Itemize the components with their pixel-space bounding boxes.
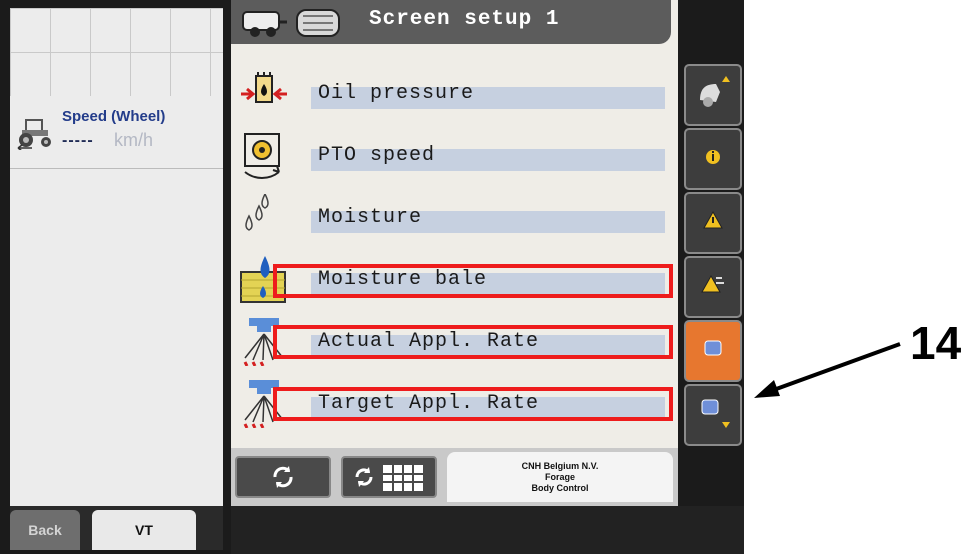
annotation-arrow [754, 342, 901, 398]
bottom-strip [231, 506, 744, 554]
oil-pressure-icon [241, 72, 287, 103]
softkey-warning[interactable] [684, 192, 742, 254]
warning-list-icon [701, 274, 724, 293]
company-line2: Forage [544, 471, 575, 482]
speed-unit: km/h [114, 130, 154, 150]
main-bottom-bar: CNH Belgium N.V. Forage Body Control [231, 448, 678, 506]
list-item-pto-speed[interactable]: PTO speed [231, 130, 678, 182]
company-label: CNH Belgium N.V. Forage Body Control [447, 452, 673, 502]
row-label: Oil pressure [318, 82, 475, 105]
callout-number: 14 [910, 317, 962, 369]
tractor-icon [17, 119, 51, 150]
page-l1-icon [704, 340, 722, 356]
refresh-grid-icon [355, 465, 423, 491]
softkey-page-l1[interactable] [684, 320, 742, 382]
company-line1: CNH Belgium N.V. [521, 460, 599, 471]
refresh-grid-button[interactable] [341, 456, 437, 498]
softkey-baler-up[interactable] [684, 64, 742, 126]
warning-icon [703, 210, 723, 229]
tab-bar: Back VT [10, 506, 223, 550]
highlight-box [273, 387, 673, 421]
header-bar: Screen setup 1 [231, 0, 671, 44]
speed-title: Speed (Wheel) [62, 108, 166, 125]
main-panel: Screen setup 1 Oil pressure PTO speed Mo… [231, 0, 678, 506]
list-item-oil-pressure[interactable]: Oil pressure [231, 68, 678, 120]
left-panel: Speed (Wheel) ----- km/h [10, 8, 223, 506]
refresh-icon [273, 466, 293, 488]
softkey-column [684, 54, 742, 454]
page-title: Screen setup 1 [369, 8, 560, 31]
highlight-box [273, 264, 673, 298]
highlight-box [273, 325, 673, 359]
baler-icon [242, 9, 340, 37]
tab-back[interactable]: Back [10, 510, 80, 550]
softkey-warning-list[interactable] [684, 256, 742, 318]
info-icon [706, 150, 720, 164]
softkey-page-l2[interactable] [684, 384, 742, 446]
company-line3: Body Control [531, 482, 589, 493]
terminal-screen: Speed (Wheel) ----- km/h Back VT Screen … [0, 0, 744, 554]
softkey-info[interactable] [684, 128, 742, 190]
tab-vt[interactable]: VT [92, 510, 196, 550]
baler-up-icon [700, 76, 730, 107]
refresh-button[interactable] [235, 456, 331, 498]
moisture-drops-icon [245, 194, 269, 231]
pto-speed-icon [244, 133, 280, 179]
row-label: PTO speed [318, 144, 436, 167]
page-l2-down-icon [701, 399, 730, 428]
speed-widget: Speed (Wheel) ----- km/h [10, 98, 223, 169]
list-item-moisture[interactable]: Moisture [231, 192, 678, 244]
speed-value: ----- [62, 132, 94, 149]
row-label: Moisture [318, 206, 423, 229]
empty-grid [10, 8, 223, 96]
